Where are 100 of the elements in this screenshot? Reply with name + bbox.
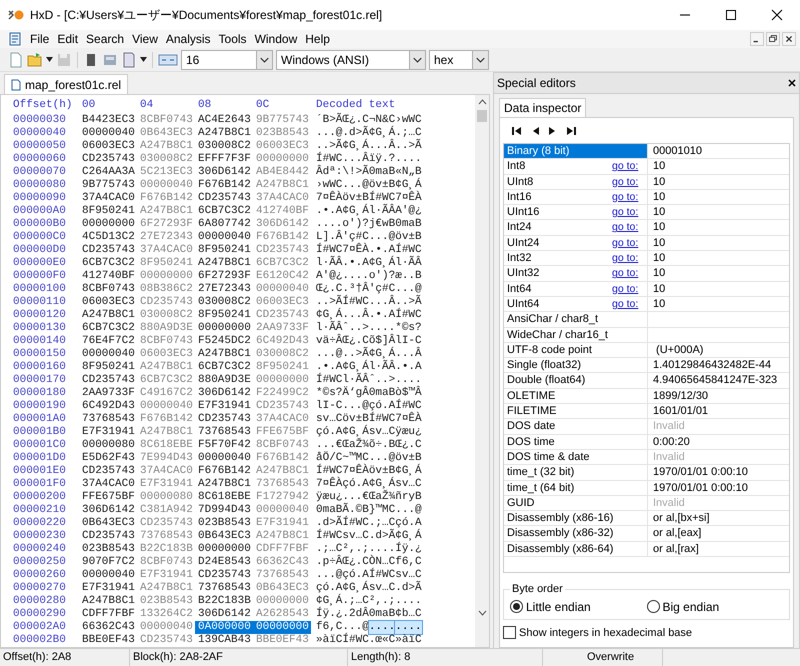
hex-cell[interactable]: 030008C2 bbox=[195, 140, 253, 153]
hex-cell[interactable]: F5245DC2 bbox=[195, 335, 253, 348]
decoded-text[interactable]: ¢G¸Á bbox=[395, 530, 422, 543]
decoded-text[interactable]: .•.A bbox=[316, 361, 342, 374]
decoded-text[interactable]: .... bbox=[368, 543, 396, 556]
hex-cell[interactable]: 6CB7C3C2 bbox=[195, 205, 253, 218]
menu-item[interactable]: Window bbox=[250, 30, 302, 48]
decoded-text[interactable]: l·ÃÂ bbox=[368, 205, 396, 218]
hex-cell[interactable]: 0A000000 bbox=[195, 621, 253, 634]
decoded-text[interactable]: Œ¿.C bbox=[316, 283, 342, 296]
decoded-text[interactable]: 7¤ÊÀ bbox=[316, 478, 342, 491]
scrollbar-thumb[interactable] bbox=[477, 110, 487, 122]
hex-cell[interactable]: F5F70F42 bbox=[195, 439, 253, 452]
decoded-text[interactable]: öv±B bbox=[342, 192, 369, 205]
checkbox-label[interactable]: Show integers in hexadecimal base bbox=[519, 624, 692, 641]
decoded-text[interactable]: çó.A bbox=[316, 426, 342, 439]
hex-cell[interactable]: 4C5D13C2 bbox=[79, 231, 137, 244]
go-to-link[interactable]: go to: bbox=[612, 174, 646, 189]
decoded-text[interactable]: lI-C bbox=[316, 400, 342, 413]
decoded-text[interactable]: lI-C bbox=[395, 335, 422, 348]
menu-item[interactable]: Search bbox=[82, 30, 128, 48]
field-name[interactable]: Disassembly (x86-64) bbox=[504, 542, 648, 556]
hex-cell[interactable]: CDFF7FBF bbox=[79, 608, 137, 621]
decoded-text[interactable]: o')? bbox=[342, 218, 369, 231]
decoded-text[interactable]: ¢G¸Á bbox=[368, 127, 396, 140]
decoded-text[interactable]: ..>Ã bbox=[316, 140, 342, 153]
field-name[interactable]: DOS date bbox=[504, 419, 648, 434]
field-name[interactable]: FILETIME bbox=[504, 404, 648, 418]
restore-icon[interactable] bbox=[766, 32, 780, 46]
decoded-text[interactable]: Íÿ.¿ bbox=[316, 608, 342, 621]
hex-cell[interactable]: 8F950241 bbox=[195, 244, 253, 257]
decoded-text[interactable]: »àïC bbox=[395, 634, 422, 647]
decoded-text[interactable]: æ..B bbox=[395, 270, 422, 283]
decoded-text[interactable]: ...€ bbox=[342, 491, 369, 504]
decoded-text[interactable]: .;…C bbox=[368, 517, 396, 530]
hex-cell[interactable]: 27E72343 bbox=[195, 283, 253, 296]
menu-item[interactable]: Analysis bbox=[162, 30, 215, 48]
field-name[interactable]: GUID bbox=[504, 496, 648, 510]
menu-item[interactable]: Edit bbox=[53, 30, 82, 48]
hex-cell[interactable]: 139CAB43 bbox=[195, 634, 253, 647]
decoded-text[interactable]: A'@¿ bbox=[395, 205, 422, 218]
decoded-text[interactable]: Í#WC bbox=[342, 296, 369, 309]
hex-cell[interactable]: BBE0EF43 bbox=[79, 634, 137, 647]
go-to-link[interactable]: go to: bbox=[612, 205, 646, 220]
hex-cell[interactable]: CD235743 bbox=[79, 244, 137, 257]
hex-cell[interactable]: EFFF7F3F bbox=[195, 153, 253, 166]
decoded-text[interactable]: .... bbox=[395, 374, 422, 387]
decoded-text[interactable]: Íÿ.¿ bbox=[395, 543, 422, 556]
decoded-text[interactable]: Œ¿.C bbox=[342, 335, 369, 348]
decoded-text[interactable]: åÖ/C bbox=[316, 452, 342, 465]
decoded-text[interactable]: Í#WC bbox=[342, 634, 369, 647]
decoded-text[interactable]: ¢G¸Á bbox=[395, 179, 422, 192]
decoded-text[interactable]: »àïC bbox=[316, 634, 342, 647]
decoded-text[interactable]: .... bbox=[395, 621, 422, 634]
scroll-up-icon[interactable] bbox=[478, 98, 486, 107]
decoded-text[interactable]: *©s? bbox=[316, 387, 342, 400]
decoded-text[interactable]: ...@ bbox=[395, 283, 422, 296]
decoded-text[interactable]: 7¤ÊÀ bbox=[316, 192, 342, 205]
decoded-text[interactable]: ò$™Â bbox=[395, 387, 422, 400]
hex-cell[interactable]: 9070F7C2 bbox=[79, 556, 137, 569]
decoded-text[interactable]: ...@ bbox=[316, 569, 342, 582]
hex-cell[interactable]: CD235743 bbox=[195, 413, 253, 426]
decoded-text[interactable]: Í#WC bbox=[395, 244, 422, 257]
hex-cell[interactable]: 76E4F7C2 bbox=[79, 335, 137, 348]
decoded-text[interactable]: Í#WC bbox=[316, 465, 342, 478]
go-to-link[interactable]: go to: bbox=[612, 236, 646, 250]
decoded-text[interactable]: ¢G¸Á bbox=[368, 478, 396, 491]
hex-cell[interactable]: CD235743 bbox=[79, 530, 137, 543]
hex-cell[interactable]: C264AA3A bbox=[79, 166, 137, 179]
hex-cell[interactable]: 37A4CAC0 bbox=[79, 192, 137, 205]
decoded-text[interactable]: ..>Ã bbox=[395, 296, 422, 309]
radio-label[interactable]: Big endian bbox=[662, 598, 720, 616]
decoded-text[interactable]: Í#WC bbox=[368, 569, 396, 582]
decoded-text[interactable]: .;…C bbox=[342, 595, 369, 608]
hex-cell[interactable]: AC4E2643 bbox=[195, 114, 253, 127]
hex-cell[interactable]: 6A807742 bbox=[195, 218, 253, 231]
hex-cell[interactable]: E5D62F43 bbox=[79, 452, 137, 465]
decoded-text[interactable]: f6,C bbox=[395, 556, 422, 569]
hex-cell[interactable]: 412740BF bbox=[79, 270, 137, 283]
decoded-text[interactable]: ñryB bbox=[395, 491, 422, 504]
decoded-text[interactable]: .•.A bbox=[395, 361, 422, 374]
decoded-text[interactable]: sv…C bbox=[316, 413, 342, 426]
decoded-text[interactable]: 0maB bbox=[316, 504, 342, 517]
decoded-text[interactable]: Ã.©B bbox=[342, 504, 369, 517]
decoded-text[interactable]: Í#WC bbox=[316, 530, 342, 543]
decoded-text[interactable]: .... bbox=[395, 595, 422, 608]
decoded-text[interactable]: .d>Ã bbox=[316, 517, 342, 530]
decoded-text[interactable]: .•.A bbox=[368, 309, 396, 322]
decoded-text[interactable]: ˆ..> bbox=[342, 322, 369, 335]
close-icon[interactable] bbox=[771, 9, 783, 21]
last-icon[interactable] bbox=[565, 125, 577, 137]
field-name[interactable]: AnsiChar / char8_t bbox=[504, 312, 648, 327]
decoded-text[interactable]: Í#WC bbox=[368, 192, 396, 205]
field-name[interactable]: Disassembly (x86-16) bbox=[504, 511, 648, 526]
go-to-link[interactable]: go to: bbox=[612, 220, 646, 235]
decoded-text[interactable]: Í#WC bbox=[316, 244, 342, 257]
hex-cell[interactable]: B22C183B bbox=[195, 595, 253, 608]
decoded-text[interactable]: ...Â bbox=[395, 348, 422, 361]
decoded-text[interactable]: sv…C bbox=[395, 569, 422, 582]
decoded-text[interactable]: .2dÂ bbox=[342, 608, 369, 621]
